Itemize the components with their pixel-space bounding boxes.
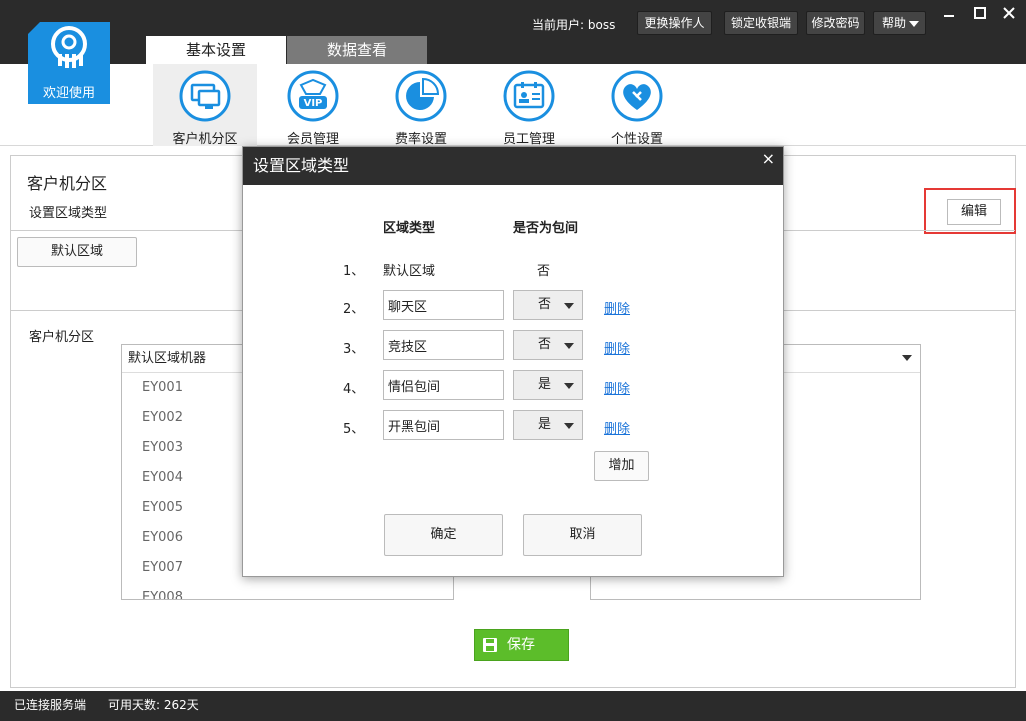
chevron-down-icon xyxy=(564,423,574,429)
ribbon-item-member-management[interactable]: VIP 会员管理 xyxy=(261,64,365,147)
zone-name-static: 默认区域 xyxy=(383,264,436,279)
row-number: 3、 xyxy=(343,342,365,357)
private-room-select[interactable]: 否 xyxy=(513,330,583,360)
chevron-down-icon xyxy=(564,383,574,389)
tab-basic-settings[interactable]: 基本设置 xyxy=(146,36,286,64)
row-number: 5、 xyxy=(343,422,365,437)
ribbon-item-client-zones[interactable]: 客户机分区 xyxy=(153,64,257,147)
close-icon[interactable] xyxy=(996,4,1022,26)
ribbon-label: 会员管理 xyxy=(286,132,339,147)
monitor-icon xyxy=(179,70,231,122)
page-title: 客户机分区 xyxy=(27,174,108,193)
ribbon-item-personalization[interactable]: 个性设置 xyxy=(585,64,689,147)
ribbon-item-rate-settings[interactable]: 费率设置 xyxy=(369,64,473,147)
delete-link[interactable]: 删除 xyxy=(604,378,630,397)
private-room-select[interactable]: 否 xyxy=(513,290,583,320)
chevron-down-icon xyxy=(564,303,574,309)
connection-status: 已连接服务端 xyxy=(14,698,87,712)
help-button[interactable]: 帮助 xyxy=(873,11,926,35)
dialog-title: 设置区域类型 xyxy=(253,156,350,175)
chevron-down-icon xyxy=(902,355,912,361)
id-card-icon xyxy=(503,70,555,122)
save-icon xyxy=(483,638,497,652)
list-item[interactable]: EY008 xyxy=(122,583,453,599)
confirm-button[interactable]: 确定 xyxy=(384,514,503,556)
save-label: 保存 xyxy=(507,637,535,653)
svg-text:VIP: VIP xyxy=(304,98,323,109)
dialog-title-bar: 设置区域类型 × xyxy=(243,147,783,185)
chevron-down-icon xyxy=(909,21,919,27)
tab-data-view[interactable]: 数据查看 xyxy=(287,36,427,64)
zone-name-input[interactable] xyxy=(383,410,504,440)
logo-text: 欢迎使用 xyxy=(42,86,95,101)
ribbon-item-staff-management[interactable]: 员工管理 xyxy=(477,64,581,147)
default-zone-button[interactable]: 默认区域 xyxy=(17,237,137,267)
ribbon-label: 员工管理 xyxy=(502,132,555,147)
save-button[interactable]: 保存 xyxy=(474,629,569,661)
zone-type-dialog: 设置区域类型 × 区域类型 是否为包间 1、 默认区域 否 2、 否 删除 3、… xyxy=(242,146,784,577)
minimize-icon[interactable] xyxy=(936,4,962,26)
row-number: 4、 xyxy=(343,382,365,397)
logo: 欢迎使用 xyxy=(28,22,110,104)
select-value: 是 xyxy=(538,417,552,432)
edit-highlight-box: 编辑 xyxy=(924,188,1016,234)
ribbon-label: 个性设置 xyxy=(610,132,663,147)
private-room-select[interactable]: 是 xyxy=(513,410,583,440)
ribbon-label: 费率设置 xyxy=(394,132,447,147)
days-remaining: 可用天数: 262天 xyxy=(108,698,199,712)
zone-name-input[interactable] xyxy=(383,330,504,360)
logo-icon xyxy=(51,26,87,68)
status-bar: 已连接服务端 可用天数: 262天 xyxy=(0,691,1026,721)
pie-chart-icon xyxy=(395,70,447,122)
vip-icon: VIP xyxy=(287,70,339,122)
delete-link[interactable]: 删除 xyxy=(604,298,630,317)
client-zone-label: 客户机分区 xyxy=(29,330,95,345)
maximize-icon[interactable] xyxy=(967,4,993,26)
title-bar: 当前用户: boss 更换操作人 锁定收银端 修改密码 帮助 基本设置 数据查看 xyxy=(0,0,1026,64)
ribbon-toolbar: 客户机分区 VIP 会员管理 费率设置 员工管理 个性设置 xyxy=(0,64,1026,147)
heart-icon xyxy=(611,70,663,122)
zone-name-input[interactable] xyxy=(383,370,504,400)
select-value: 否 xyxy=(538,297,552,312)
column-header-zone-type: 区域类型 xyxy=(383,221,436,236)
select-value: 否 xyxy=(538,337,552,352)
private-room-select[interactable]: 是 xyxy=(513,370,583,400)
change-operator-button[interactable]: 更换操作人 xyxy=(637,11,712,35)
change-password-button[interactable]: 修改密码 xyxy=(806,11,865,35)
row-number: 2、 xyxy=(343,302,365,317)
edit-button[interactable]: 编辑 xyxy=(947,199,1001,225)
ribbon-label: 客户机分区 xyxy=(172,132,238,147)
chevron-down-icon xyxy=(564,343,574,349)
cancel-button[interactable]: 取消 xyxy=(523,514,642,556)
select-value: 是 xyxy=(538,377,552,392)
help-label: 帮助 xyxy=(882,16,907,30)
delete-link[interactable]: 删除 xyxy=(604,338,630,357)
zone-name-input[interactable] xyxy=(383,290,504,320)
delete-link[interactable]: 删除 xyxy=(604,418,630,437)
row-number: 1、 xyxy=(343,264,365,279)
column-header-private-room: 是否为包间 xyxy=(513,221,579,236)
add-zone-button[interactable]: 增加 xyxy=(594,451,649,481)
close-icon[interactable]: × xyxy=(762,147,775,171)
current-user-label: 当前用户: boss xyxy=(532,18,616,32)
section-subtitle: 设置区域类型 xyxy=(29,206,108,221)
private-room-static: 否 xyxy=(537,264,551,279)
lock-cashier-button[interactable]: 锁定收银端 xyxy=(724,11,798,35)
